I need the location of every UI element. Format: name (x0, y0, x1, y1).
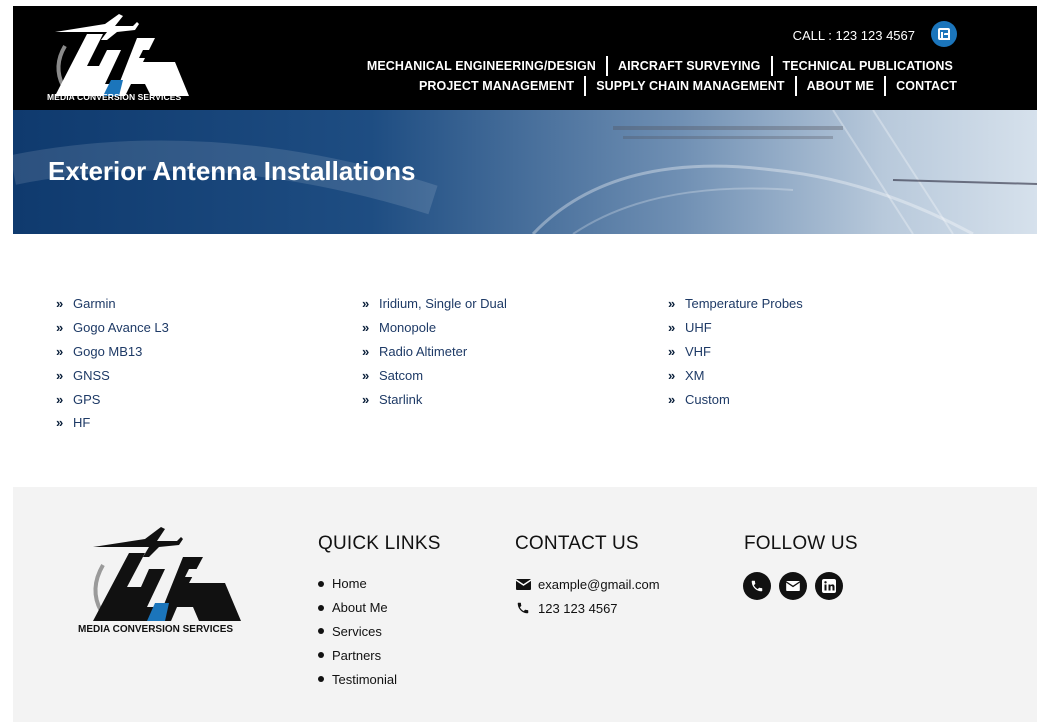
main-nav-row-1: MECHANICAL ENGINEERING/DESIGN AIRCRAFT S… (367, 56, 953, 76)
double-chevron-right-icon: » (668, 296, 676, 312)
list-item[interactable]: » Temperature Probes (668, 292, 803, 316)
list-item[interactable]: » Starlink (362, 387, 507, 411)
nav-project-management[interactable]: PROJECT MANAGEMENT (419, 79, 574, 93)
site-footer: MEDIA CONVERSION SERVICES QUICK LINKS Ho… (13, 487, 1037, 722)
quick-link-services[interactable]: Services (318, 620, 397, 644)
phone-icon (515, 601, 531, 615)
list-item[interactable]: » GPS (56, 387, 169, 411)
double-chevron-right-icon: » (56, 391, 64, 407)
double-chevron-right-icon: » (668, 343, 676, 359)
nav-divider (605, 56, 608, 76)
antenna-list-col-1: » Garmin » Gogo Avance L3 » Gogo MB13 » GNSS… (56, 292, 169, 435)
nav-divider (584, 76, 587, 96)
footer-mcs-logo[interactable] (83, 525, 247, 629)
list-item[interactable]: » GNSS (56, 363, 169, 387)
nav-divider (794, 76, 797, 96)
quick-link-testimonial[interactable]: Testimonial (318, 667, 397, 691)
double-chevron-right-icon: » (56, 296, 64, 312)
bullet-icon (318, 604, 324, 611)
contact-us-heading: CONTACT US (515, 533, 639, 554)
double-chevron-right-icon: » (362, 343, 370, 359)
list-item[interactable]: » Iridium, Single or Dual (362, 292, 507, 316)
antenna-list-col-3: » Temperature Probes » UHF » VHF » XM » Custo… (668, 292, 803, 411)
page-title: Exterior Antenna Installations (48, 156, 416, 186)
footer-logo-caption: MEDIA CONVERSION SERVICES (78, 624, 234, 635)
nav-supply-chain-management[interactable]: SUPPLY CHAIN MANAGEMENT (596, 79, 784, 93)
nav-technical-publications[interactable]: TECHNICAL PUBLICATIONS (783, 59, 954, 73)
bullet-icon (318, 628, 324, 635)
list-item[interactable]: » XM (668, 363, 803, 387)
nav-aircraft-surveying[interactable]: AIRCRAFT SURVEYING (618, 59, 761, 73)
double-chevron-right-icon: » (56, 320, 64, 336)
double-chevron-right-icon: » (668, 320, 676, 336)
nav-about-me[interactable]: ABOUT ME (807, 79, 874, 93)
quick-links-list: Home About Me Services Partners Testimon… (318, 572, 397, 691)
main-nav-row-2: PROJECT MANAGEMENT SUPPLY CHAIN MANAGEME… (419, 76, 957, 96)
email-icon[interactable] (779, 572, 807, 600)
linkedin-icon[interactable] (815, 572, 843, 600)
quick-link-partners[interactable]: Partners (318, 643, 397, 667)
list-item[interactable]: » Garmin (56, 292, 169, 316)
double-chevron-right-icon: » (362, 367, 370, 383)
list-item[interactable]: » Monopole (362, 316, 507, 340)
bullet-icon (318, 652, 324, 659)
bullet-icon (318, 580, 324, 587)
logo-caption: MEDIA CONVERSION SERVICES (47, 92, 182, 102)
list-item[interactable]: » Radio Altimeter (362, 340, 507, 364)
double-chevron-right-icon: » (668, 367, 676, 383)
list-item[interactable]: » VHF (668, 340, 803, 364)
double-chevron-right-icon: » (668, 391, 676, 407)
quick-link-about-me[interactable]: About Me (318, 596, 397, 620)
nav-divider (770, 56, 773, 76)
quick-link-home[interactable]: Home (318, 572, 397, 596)
call-phone-text[interactable]: CALL : 123 123 4567 (793, 28, 915, 43)
list-item[interactable]: » Gogo MB13 (56, 340, 169, 364)
bullet-icon (318, 676, 324, 683)
follow-us-heading: FOLLOW US (744, 533, 858, 554)
contact-list: example@gmail.com 123 123 4567 (515, 572, 660, 620)
hero-banner: Exterior Antenna Installations (13, 110, 1037, 234)
list-item[interactable]: » Satcom (362, 363, 507, 387)
linkedin-icon[interactable] (931, 21, 957, 47)
nav-divider (884, 76, 887, 96)
email-icon (515, 577, 531, 591)
social-links (743, 572, 843, 600)
nav-contact[interactable]: CONTACT (896, 79, 957, 93)
list-item[interactable]: » HF (56, 411, 169, 435)
list-item[interactable]: » UHF (668, 316, 803, 340)
double-chevron-right-icon: » (362, 391, 370, 407)
site-header: MEDIA CONVERSION SERVICES CALL : 123 123… (13, 6, 1037, 110)
contact-email[interactable]: example@gmail.com (515, 572, 660, 596)
double-chevron-right-icon: » (362, 320, 370, 336)
double-chevron-right-icon: » (56, 415, 64, 431)
contact-phone[interactable]: 123 123 4567 (515, 596, 660, 620)
list-item[interactable]: » Custom (668, 387, 803, 411)
list-item[interactable]: » Gogo Avance L3 (56, 316, 169, 340)
double-chevron-right-icon: » (56, 343, 64, 359)
double-chevron-right-icon: » (56, 367, 64, 383)
nav-mechanical-engineering[interactable]: MECHANICAL ENGINEERING/DESIGN (367, 59, 596, 73)
antenna-list-col-2: » Iridium, Single or Dual » Monopole » Radi… (362, 292, 507, 411)
phone-icon[interactable] (743, 572, 771, 600)
quick-links-heading: QUICK LINKS (318, 533, 441, 554)
double-chevron-right-icon: » (362, 296, 370, 312)
